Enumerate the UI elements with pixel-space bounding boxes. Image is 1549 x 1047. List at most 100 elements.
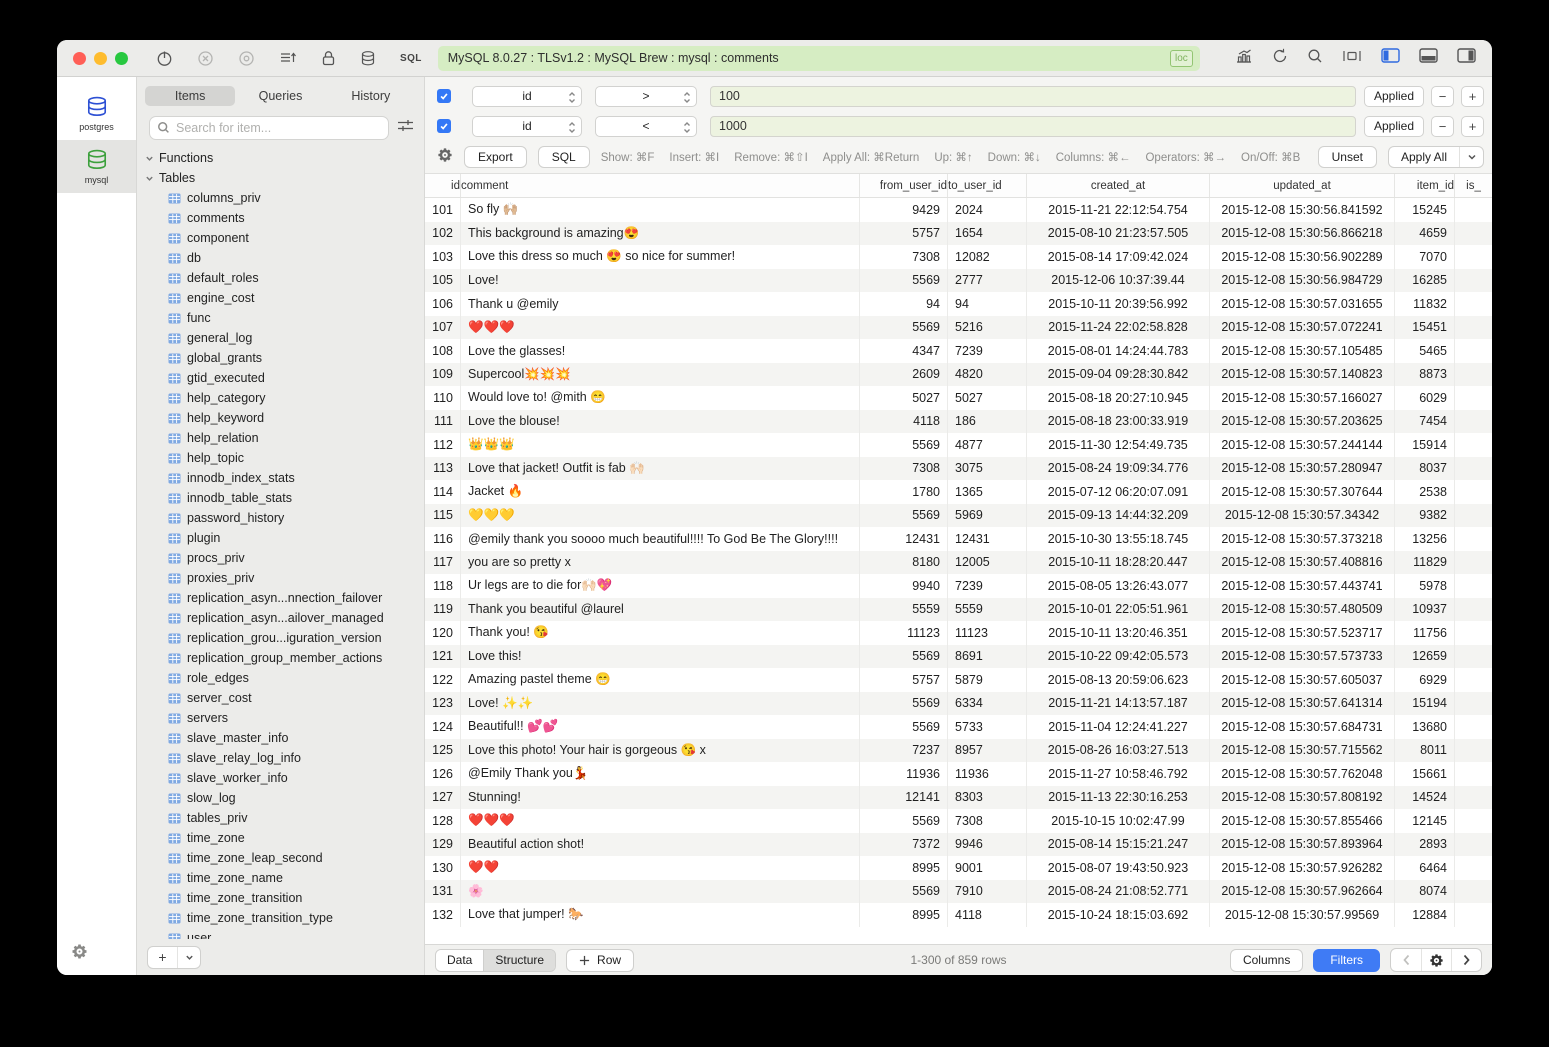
column-header-created_at[interactable]: created_at [1027,174,1210,197]
search-icon[interactable] [1307,48,1323,69]
column-header-id[interactable]: id [425,174,461,197]
tab-items[interactable]: Items [145,86,235,106]
cell-comment[interactable]: Beautiful action shot! [461,833,860,857]
cell-id[interactable]: 129 [425,833,461,857]
cell-created_at[interactable]: 2015-11-21 22:12:54.754 [1027,198,1210,222]
cell-to_user_id[interactable]: 1654 [948,222,1027,246]
close-window-button[interactable] [73,52,86,65]
cell-comment[interactable]: 👑👑👑 [461,433,860,457]
cell-created_at[interactable]: 2015-08-24 19:09:34.776 [1027,457,1210,481]
cell-updated_at[interactable]: 2015-12-08 15:30:57.808192 [1210,786,1395,810]
table-row[interactable]: 116@emily thank you soooo much beautiful… [425,527,1492,551]
cell-created_at[interactable]: 2015-08-24 21:08:52.771 [1027,880,1210,904]
cell-comment[interactable]: Thank you beautiful @laurel [461,598,860,622]
cell-comment[interactable]: Ur legs are to die for🙌🏻💖 [461,574,860,598]
cell-from_user_id[interactable]: 5559 [860,598,948,622]
cell-item_id[interactable]: 5465 [1395,339,1455,363]
cell-to_user_id[interactable]: 4820 [948,363,1027,387]
cell-from_user_id[interactable]: 4347 [860,339,948,363]
cell-id[interactable]: 107 [425,316,461,340]
cell-created_at[interactable]: 2015-08-18 20:27:10.945 [1027,386,1210,410]
table-row[interactable]: 127Stunning!1214183032015-11-13 22:30:16… [425,786,1492,810]
cell-item_id[interactable]: 6929 [1395,668,1455,692]
cell-created_at[interactable]: 2015-10-15 10:02:47.99 [1027,809,1210,833]
add-filter-button[interactable]: + [1461,116,1484,137]
cell-created_at[interactable]: 2015-11-30 12:54:49.735 [1027,433,1210,457]
cell-from_user_id[interactable]: 5569 [860,692,948,716]
sidebar-table-gtid_executed[interactable]: gtid_executed [145,368,424,388]
cell-created_at[interactable]: 2015-09-13 14:44:32.209 [1027,504,1210,528]
cell-from_user_id[interactable]: 9429 [860,198,948,222]
cell-created_at[interactable]: 2015-11-27 10:58:46.792 [1027,762,1210,786]
cell-item_id[interactable]: 4659 [1395,222,1455,246]
sidebar-table-engine_cost[interactable]: engine_cost [145,288,424,308]
sidebar-table-columns_priv[interactable]: columns_priv [145,188,424,208]
column-header-updated_at[interactable]: updated_at [1210,174,1395,197]
cell-item_id[interactable]: 15194 [1395,692,1455,716]
sidebar-table-replication_asyn...ailover_managed[interactable]: replication_asyn...ailover_managed [145,608,424,628]
structure-tab[interactable]: Structure [483,950,555,971]
cell-created_at[interactable]: 2015-11-04 12:24:41.227 [1027,715,1210,739]
cell-item_id[interactable]: 13680 [1395,715,1455,739]
cell-is_[interactable] [1455,316,1492,340]
cell-id[interactable]: 119 [425,598,461,622]
section-functions[interactable]: Functions [145,148,424,168]
table-row[interactable]: 117you are so pretty x8180120052015-10-1… [425,551,1492,575]
column-header-to_user_id[interactable]: to_user_id [948,174,1027,197]
table-row[interactable]: 122Amazing pastel theme 😁575758792015-08… [425,668,1492,692]
cell-updated_at[interactable]: 2015-12-08 15:30:57.855466 [1210,809,1395,833]
cell-comment[interactable]: Love that jacket! Outfit is fab 🙌🏻 [461,457,860,481]
table-row[interactable]: 120Thank you! 😘11123111232015-10-11 13:2… [425,621,1492,645]
sidebar-table-help_relation[interactable]: help_relation [145,428,424,448]
cell-updated_at[interactable]: 2015-12-08 15:30:57.893964 [1210,833,1395,857]
cell-from_user_id[interactable]: 5569 [860,809,948,833]
table-row[interactable]: 119Thank you beautiful @laurel5559555920… [425,598,1492,622]
cell-to_user_id[interactable]: 4118 [948,903,1027,927]
cell-from_user_id[interactable]: 11936 [860,762,948,786]
sidebar-table-func[interactable]: func [145,308,424,328]
sidebar-table-slave_relay_log_info[interactable]: slave_relay_log_info [145,748,424,768]
cell-id[interactable]: 106 [425,292,461,316]
filter-operator-select[interactable]: > [595,86,697,107]
cell-id[interactable]: 122 [425,668,461,692]
cell-to_user_id[interactable]: 186 [948,410,1027,434]
sidebar-table-user[interactable]: user [145,928,424,939]
cell-updated_at[interactable]: 2015-12-08 15:30:57.031655 [1210,292,1395,316]
cell-created_at[interactable]: 2015-08-10 21:23:57.505 [1027,222,1210,246]
cell-id[interactable]: 117 [425,551,461,575]
cell-created_at[interactable]: 2015-07-12 06:20:07.091 [1027,480,1210,504]
prev-page-button[interactable] [1391,949,1421,971]
sidebar-table-slow_log[interactable]: slow_log [145,788,424,808]
cell-comment[interactable]: Love! [461,269,860,293]
table-row[interactable]: 130❤️❤️899590012015-08-07 19:43:50.92320… [425,856,1492,880]
search-input[interactable] [149,116,389,140]
sql-tool-icon[interactable]: SQL [400,53,422,64]
cell-comment[interactable]: Supercool💥💥💥 [461,363,860,387]
cell-from_user_id[interactable]: 94 [860,292,948,316]
cell-is_[interactable] [1455,292,1492,316]
next-page-button[interactable] [1451,949,1481,971]
cell-is_[interactable] [1455,621,1492,645]
cell-id[interactable]: 105 [425,269,461,293]
sidebar-table-replication_group_member_actions[interactable]: replication_group_member_actions [145,648,424,668]
cell-from_user_id[interactable]: 12141 [860,786,948,810]
table-row[interactable]: 111Love the blouse!41181862015-08-18 23:… [425,410,1492,434]
cell-updated_at[interactable]: 2015-12-08 15:30:57.605037 [1210,668,1395,692]
cell-from_user_id[interactable]: 8995 [860,856,948,880]
cell-id[interactable]: 113 [425,457,461,481]
sidebar-table-slave_master_info[interactable]: slave_master_info [145,728,424,748]
column-header-comment[interactable]: comment [461,174,860,197]
table-row[interactable]: 101So fly 🙌🏼942920242015-11-21 22:12:54.… [425,198,1492,222]
cell-created_at[interactable]: 2015-11-13 22:30:16.253 [1027,786,1210,810]
sidebar-table-general_log[interactable]: general_log [145,328,424,348]
cell-updated_at[interactable]: 2015-12-08 15:30:57.99569 [1210,903,1395,927]
cell-is_[interactable] [1455,222,1492,246]
cell-is_[interactable] [1455,856,1492,880]
cell-updated_at[interactable]: 2015-12-08 15:30:57.762048 [1210,762,1395,786]
filter-settings-gear-icon[interactable] [437,147,453,168]
cell-id[interactable]: 123 [425,692,461,716]
cell-is_[interactable] [1455,903,1492,927]
column-header-from_user_id[interactable]: from_user_id [860,174,948,197]
table-row[interactable]: 110Would love to! @mith 😁502750272015-08… [425,386,1492,410]
sidebar-table-servers[interactable]: servers [145,708,424,728]
